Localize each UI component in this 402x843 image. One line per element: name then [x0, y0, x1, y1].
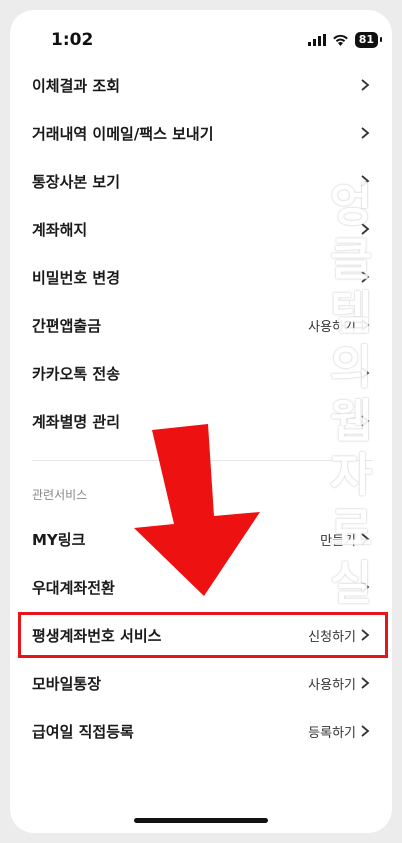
chevron-right-icon	[361, 79, 370, 91]
menu-item-label: 계좌해지	[32, 220, 88, 239]
chevron-right-icon	[361, 725, 370, 737]
related-item-payday-register[interactable]: 급여일 직접등록 등록하기	[10, 708, 392, 754]
menu-item-label: 카카오톡 전송	[32, 364, 121, 383]
section-title: 관련서비스	[32, 488, 88, 502]
battery-icon: 81	[354, 32, 383, 48]
status-icons: 81	[307, 32, 383, 48]
chevron-right-icon	[361, 319, 370, 331]
menu-item-password-change[interactable]: 비밀번호 변경	[10, 254, 392, 300]
related-item-label: MY링크	[32, 530, 86, 549]
phone-screen: 1:02 81 이체결과 조회 거래내역 이메일/팩스 보내기 통장사본 보기 …	[10, 10, 392, 833]
signal-icon	[307, 34, 326, 46]
menu-item-label: 통장사본 보기	[32, 172, 121, 191]
chevron-right-icon	[361, 223, 370, 235]
related-item-label: 모바일통장	[32, 674, 102, 693]
chevron-right-icon	[361, 677, 370, 689]
related-item-action: 만들기	[320, 533, 356, 549]
wifi-icon	[332, 34, 348, 46]
chevron-right-icon	[361, 415, 370, 427]
home-indicator	[134, 818, 268, 823]
menu-item-label: 간편앱출금	[32, 316, 102, 335]
status-time: 1:02	[51, 30, 94, 50]
chevron-right-icon	[361, 175, 370, 187]
chevron-right-icon	[361, 367, 370, 379]
menu-item-label: 거래내역 이메일/팩스 보내기	[32, 124, 214, 143]
related-item-label: 우대계좌전환	[32, 578, 115, 597]
menu-item-email-fax[interactable]: 거래내역 이메일/팩스 보내기	[10, 110, 392, 156]
menu-item-kakaotalk-send[interactable]: 카카오톡 전송	[10, 350, 392, 396]
menu-item-label: 계좌별명 관리	[32, 412, 121, 431]
menu-item-action: 사용하기	[308, 319, 356, 335]
related-item-action: 등록하기	[308, 725, 356, 741]
status-bar: 1:02 81	[10, 10, 392, 68]
chevron-right-icon	[361, 127, 370, 139]
chevron-right-icon	[361, 581, 370, 593]
highlight-box	[18, 612, 388, 658]
chevron-right-icon	[361, 533, 370, 545]
chevron-right-icon	[361, 271, 370, 283]
menu-item-label: 비밀번호 변경	[32, 268, 121, 287]
related-item-action: 사용하기	[308, 677, 356, 693]
menu-item-transfer-result[interactable]: 이체결과 조회	[10, 62, 392, 108]
menu-item-bankbook-copy[interactable]: 통장사본 보기	[10, 158, 392, 204]
menu-item-easy-app-withdraw[interactable]: 간편앱출금 사용하기	[10, 302, 392, 348]
related-item-mobile-bankbook[interactable]: 모바일통장 사용하기	[10, 660, 392, 706]
menu-item-label: 이체결과 조회	[32, 76, 121, 95]
related-item-label: 급여일 직접등록	[32, 722, 134, 741]
menu-item-account-close[interactable]: 계좌해지	[10, 206, 392, 252]
arrow-down-icon	[134, 424, 260, 596]
